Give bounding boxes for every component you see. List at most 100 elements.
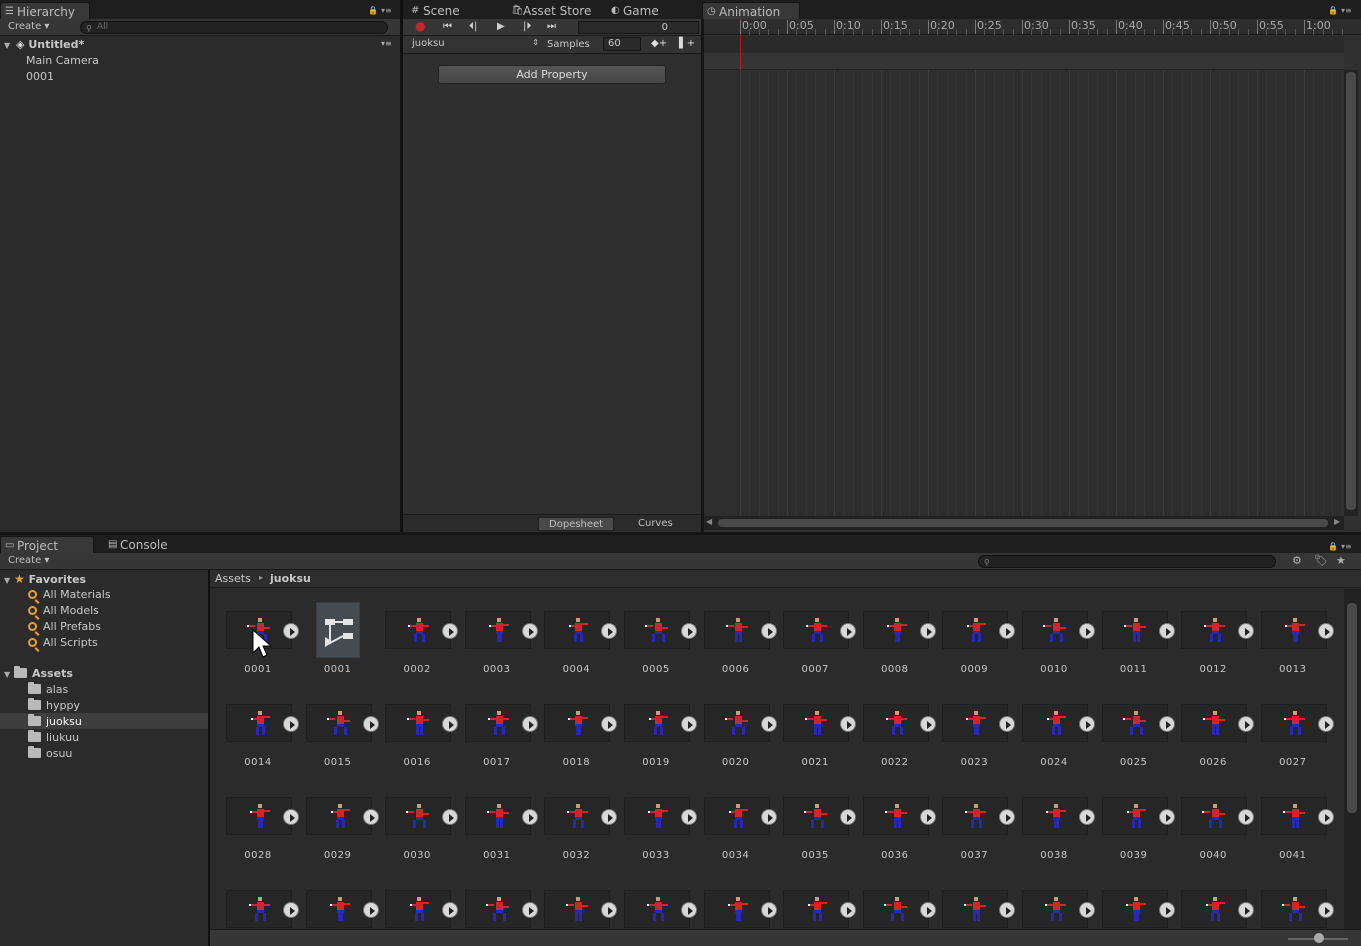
asset-tile[interactable] <box>1022 797 1095 835</box>
asset-tile[interactable] <box>385 704 459 742</box>
play-preview-icon[interactable] <box>1317 809 1334 825</box>
asset-tile[interactable] <box>385 890 459 928</box>
play-preview-icon[interactable] <box>601 716 618 732</box>
play-preview-icon[interactable] <box>442 902 459 918</box>
lock-icon[interactable]: 🔒 <box>1328 6 1338 15</box>
asset-tile[interactable] <box>226 797 299 835</box>
play-preview-icon[interactable] <box>919 716 936 732</box>
play-preview-icon[interactable] <box>362 902 379 918</box>
play-preview-icon[interactable] <box>283 902 299 918</box>
play-preview-icon[interactable] <box>760 809 777 825</box>
asset-tile[interactable] <box>1181 890 1255 928</box>
asset-tile[interactable] <box>1181 704 1255 742</box>
next-keyframe-button[interactable]: |⏵ <box>523 21 531 32</box>
asset-tile[interactable] <box>703 704 777 742</box>
play-preview-icon[interactable] <box>681 809 697 825</box>
folder-item[interactable]: hyppy <box>28 698 80 712</box>
panel-menu-icon[interactable]: ▾≡ <box>1341 542 1352 551</box>
play-preview-icon[interactable] <box>760 716 777 732</box>
foldout-arrow-icon[interactable]: ▼ <box>4 41 10 50</box>
play-preview-icon[interactable] <box>1158 623 1175 639</box>
project-search-input[interactable]: ⚲ <box>978 555 1276 568</box>
play-preview-icon[interactable] <box>601 902 618 918</box>
last-keyframe-button[interactable]: ⏭ <box>547 21 556 32</box>
timeline-vscroll[interactable] <box>1344 70 1358 516</box>
filter-type-icon[interactable]: ⚙ <box>1292 554 1302 567</box>
asset-tile[interactable] <box>544 704 618 742</box>
asset-tile[interactable] <box>942 611 1016 649</box>
scene-menu-icon[interactable]: ▾≡ <box>381 39 392 48</box>
play-preview-icon[interactable] <box>1158 809 1175 825</box>
asset-tile[interactable] <box>624 797 697 835</box>
asset-tile[interactable] <box>1260 890 1334 928</box>
play-preview-icon[interactable] <box>999 623 1016 639</box>
favorite-item[interactable]: All Models <box>28 604 99 617</box>
play-preview-icon[interactable] <box>1238 623 1255 639</box>
asset-tile[interactable] <box>1181 611 1255 649</box>
dopesheet-button[interactable]: Dopesheet <box>538 517 615 531</box>
play-preview-icon[interactable] <box>1079 716 1095 732</box>
scroll-thumb[interactable] <box>1346 72 1356 510</box>
curves-button[interactable]: Curves <box>628 517 683 531</box>
asset-tile[interactable] <box>464 611 538 649</box>
play-preview-icon[interactable] <box>681 902 697 918</box>
play-preview-icon[interactable] <box>919 902 936 918</box>
asset-tile[interactable] <box>1260 704 1334 742</box>
play-preview-icon[interactable] <box>840 623 857 639</box>
play-preview-icon[interactable] <box>1079 623 1095 639</box>
asset-tile[interactable] <box>226 890 299 928</box>
play-preview-icon[interactable] <box>681 623 697 639</box>
asset-tile[interactable] <box>783 611 857 649</box>
timeline-hscroll[interactable]: ◀ ▶ <box>704 516 1344 530</box>
asset-tile[interactable] <box>862 890 936 928</box>
play-preview-icon[interactable] <box>521 623 538 639</box>
scroll-thumb[interactable] <box>718 519 1328 527</box>
folder-item[interactable]: juoksu <box>28 714 82 728</box>
asset-tile[interactable] <box>305 704 379 742</box>
asset-tile[interactable] <box>464 704 538 742</box>
asset-tile[interactable] <box>783 890 857 928</box>
tab-scene[interactable]: # Scene <box>407 2 497 19</box>
scroll-thumb[interactable] <box>1347 603 1357 813</box>
play-preview-icon[interactable] <box>521 716 538 732</box>
lock-icon[interactable]: 🔒 <box>1328 542 1338 551</box>
play-preview-icon[interactable] <box>1317 623 1334 639</box>
play-preview-icon[interactable] <box>601 623 618 639</box>
tab-asset-store[interactable]: 🛍 Asset Store <box>507 2 607 19</box>
add-event-icon[interactable]: ▌+ <box>679 38 695 49</box>
prev-keyframe-button[interactable]: ⏴| <box>469 21 477 32</box>
favorite-star-icon[interactable]: ★ <box>1336 554 1346 567</box>
panel-menu-icon[interactable]: ▾≡ <box>381 6 392 15</box>
play-preview-icon[interactable] <box>283 623 299 639</box>
folder-item[interactable]: liukuu <box>28 730 79 744</box>
asset-tile[interactable] <box>1101 797 1175 835</box>
hierarchy-search-input[interactable]: ⚲ All <box>80 21 388 34</box>
asset-tile[interactable] <box>544 797 618 835</box>
scroll-right-icon[interactable]: ▶ <box>1334 517 1340 526</box>
play-preview-icon[interactable] <box>1317 716 1334 732</box>
play-preview-icon[interactable] <box>999 716 1016 732</box>
play-preview-icon[interactable] <box>919 623 936 639</box>
play-preview-icon[interactable] <box>442 716 459 732</box>
asset-tile[interactable] <box>862 704 936 742</box>
panel-menu-icon[interactable]: ▾≡ <box>1341 6 1352 15</box>
play-preview-icon[interactable] <box>362 809 379 825</box>
asset-tile[interactable] <box>305 797 379 835</box>
add-property-button[interactable]: Add Property <box>438 65 666 84</box>
play-preview-icon[interactable] <box>840 902 857 918</box>
play-preview-icon[interactable] <box>1238 716 1255 732</box>
create-dropdown[interactable]: Create ▾ <box>8 21 49 32</box>
asset-tile[interactable] <box>862 797 936 835</box>
add-keyframe-icon[interactable]: ◆+ <box>651 38 667 49</box>
hierarchy-item[interactable]: 0001 <box>26 70 54 83</box>
breadcrumb-juoksu[interactable]: juoksu <box>270 572 311 585</box>
asset-tile[interactable] <box>942 890 1016 928</box>
asset-tile[interactable] <box>1022 890 1095 928</box>
play-preview-icon[interactable] <box>760 623 777 639</box>
play-preview-icon[interactable] <box>521 809 538 825</box>
play-button[interactable]: ▶ <box>497 21 505 32</box>
asset-tile[interactable] <box>1101 611 1175 649</box>
tab-hierarchy[interactable]: ☰ Hierarchy <box>0 2 90 19</box>
assets-header[interactable]: ▼ Assets <box>4 666 73 680</box>
scene-row[interactable]: ▼ ◈ Untitled* <box>4 38 84 51</box>
